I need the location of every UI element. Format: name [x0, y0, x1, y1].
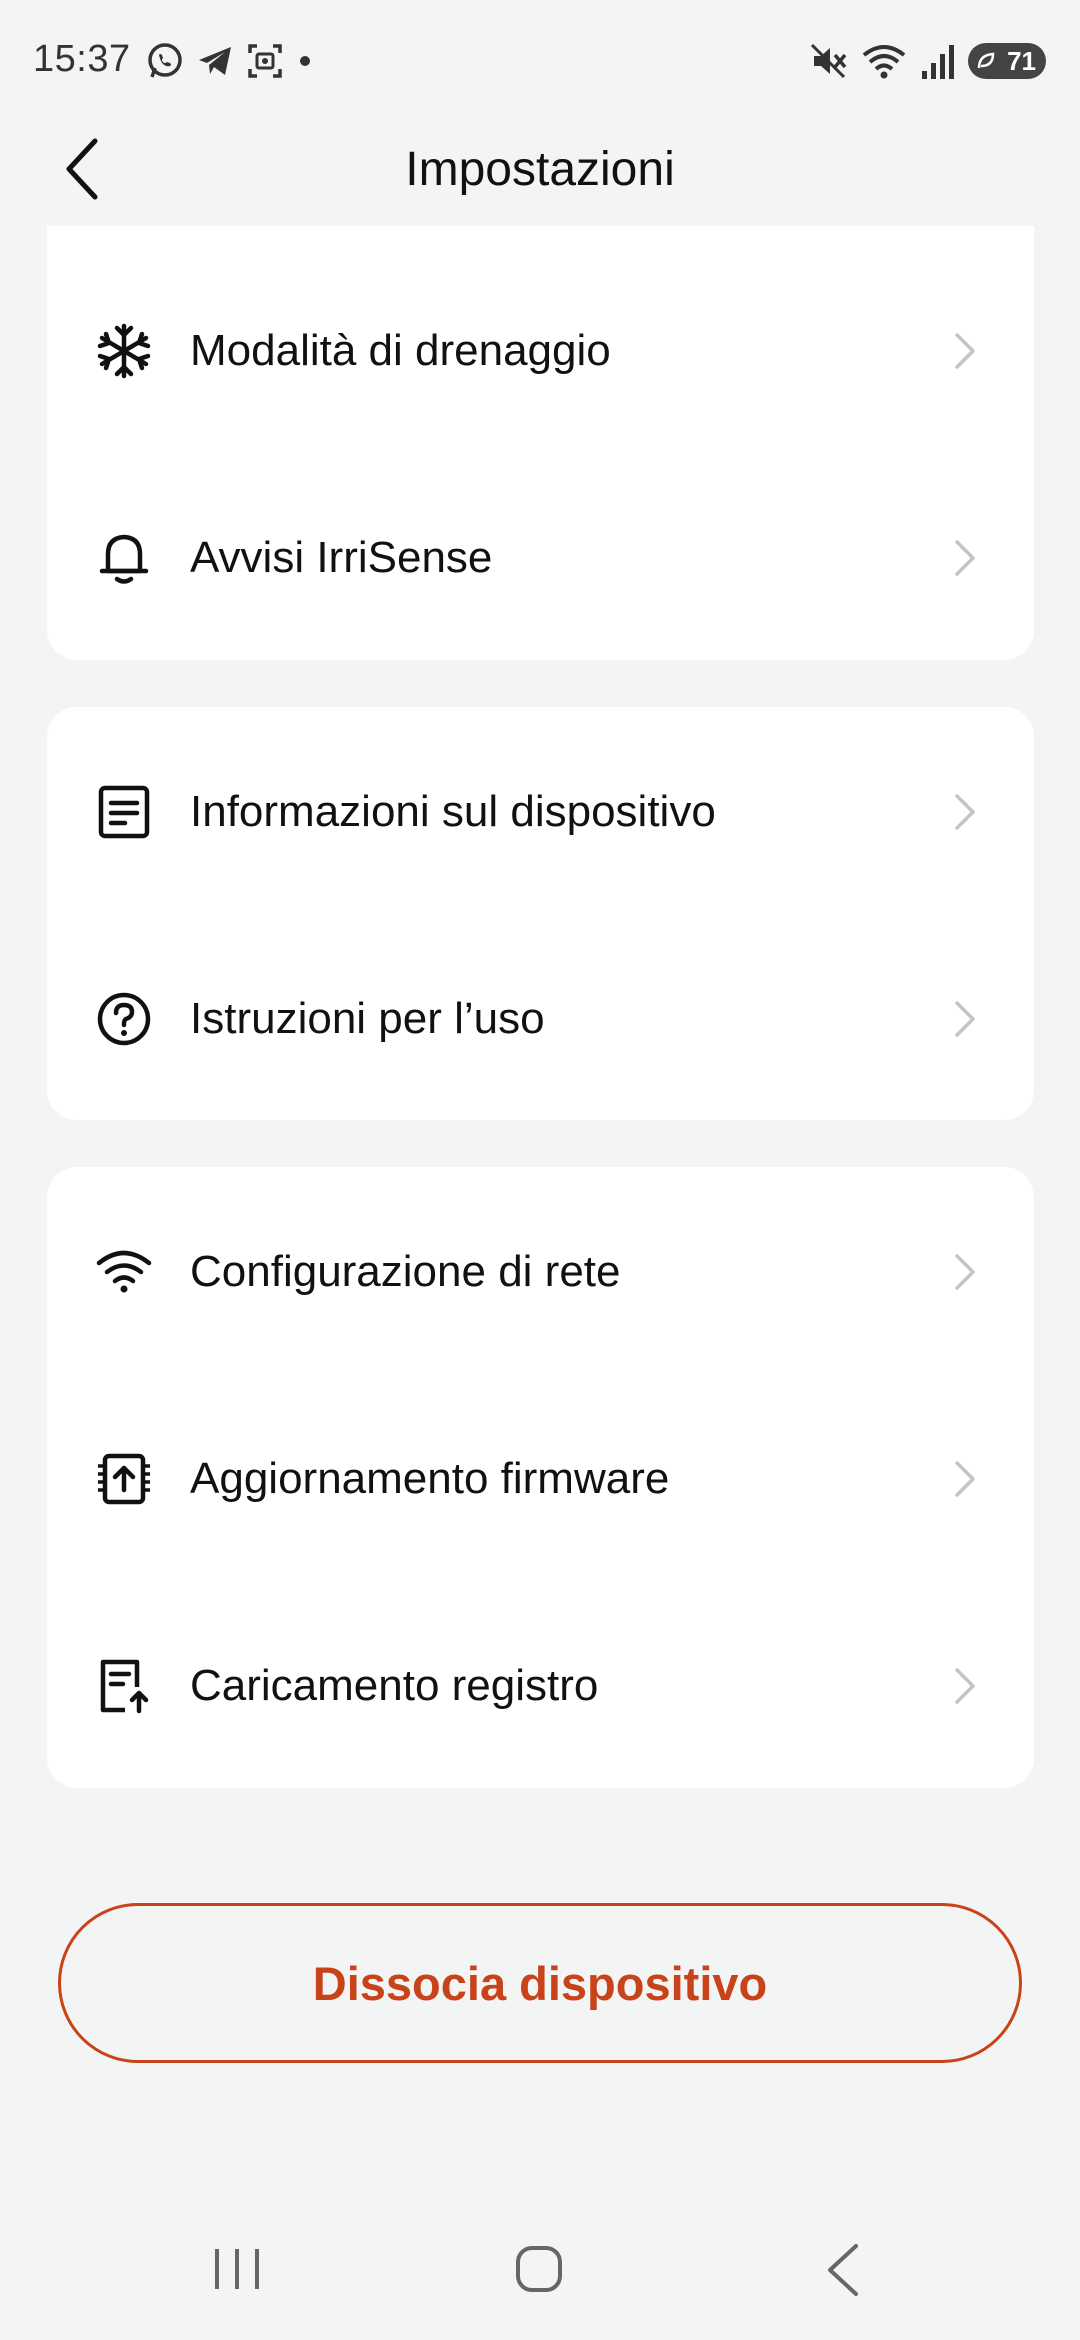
settings-item-irrisense-alerts[interactable]: Avvisi IrriSense — [47, 458, 1034, 658]
battery-icon: 71 — [968, 43, 1046, 79]
signal-icon — [922, 45, 954, 79]
help-circle-icon — [95, 990, 153, 1048]
snowflake-icon — [95, 322, 153, 380]
recent-apps-icon[interactable] — [212, 2246, 262, 2292]
whatsapp-icon — [148, 43, 182, 78]
home-icon[interactable] — [515, 2245, 563, 2293]
settings-item-firmware-update[interactable]: Aggiornamento firmware — [47, 1379, 1034, 1579]
settings-item-network-config[interactable]: Configurazione di rete — [47, 1172, 1034, 1372]
settings-item-label: Istruzioni per l’uso — [190, 994, 545, 1043]
chevron-right-icon — [952, 792, 978, 832]
settings-item-drainage-mode[interactable]: Modalità di drenaggio — [47, 251, 1034, 451]
wifi-icon — [862, 45, 906, 79]
chevron-right-icon — [952, 1252, 978, 1292]
status-bar: 15:37 71 — [0, 0, 1080, 120]
settings-item-device-info[interactable]: Informazioni sul dispositivo — [47, 712, 1034, 912]
wifi-icon — [95, 1243, 153, 1301]
system-navigation-bar — [0, 2200, 1080, 2340]
telegram-icon — [199, 47, 231, 75]
settings-item-label: Configurazione di rete — [190, 1247, 621, 1296]
settings-item-label: Caricamento registro — [190, 1661, 599, 1710]
settings-item-label: Informazioni sul dispositivo — [190, 787, 716, 836]
settings-item-label: Avvisi IrriSense — [190, 533, 493, 582]
settings-item-user-instructions[interactable]: Istruzioni per l’uso — [47, 919, 1034, 1119]
firmware-upload-icon — [95, 1450, 153, 1508]
settings-item-label: Aggiornamento firmware — [190, 1454, 670, 1503]
settings-card-device-info: Informazioni sul dispositivo Istruzioni … — [47, 707, 1034, 1120]
log-upload-icon — [95, 1657, 153, 1715]
mute-icon — [810, 43, 847, 79]
status-time: 15:37 — [33, 38, 131, 80]
info-document-icon — [95, 783, 153, 841]
app-header: Impostazioni — [0, 120, 1080, 230]
dot-icon — [300, 56, 310, 66]
system-icons: 71 — [808, 36, 1046, 86]
settings-card-network-maintenance: Configurazione di rete Aggiornamento fir… — [47, 1167, 1034, 1788]
bell-icon — [95, 529, 153, 587]
page-title: Impostazioni — [405, 143, 675, 196]
screenshot-icon — [248, 44, 282, 78]
chevron-right-icon — [952, 1666, 978, 1706]
settings-item-label: Modalità di drenaggio — [190, 326, 611, 375]
chevron-right-icon — [952, 999, 978, 1039]
chevron-right-icon — [952, 538, 978, 578]
chevron-right-icon — [952, 1459, 978, 1499]
settings-item-log-upload[interactable]: Caricamento registro — [47, 1586, 1034, 1786]
leaf-icon — [977, 52, 995, 69]
notification-icons — [145, 38, 315, 84]
settings-card-device-features: Modalità di drenaggio Avvisi IrriSense — [47, 226, 1034, 660]
chevron-right-icon — [952, 331, 978, 371]
unbind-device-button[interactable]: Dissocia dispositivo — [58, 1903, 1022, 2063]
battery-level: 71 — [1007, 45, 1036, 76]
back-nav-icon[interactable] — [822, 2242, 862, 2298]
